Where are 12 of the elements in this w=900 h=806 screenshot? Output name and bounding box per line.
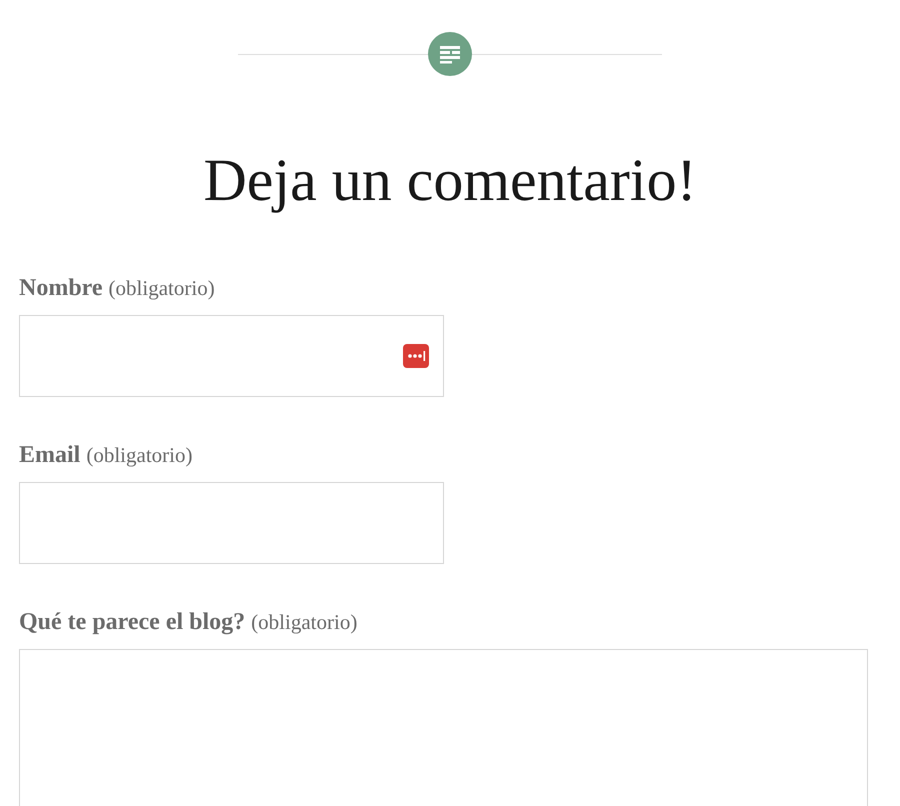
password-manager-icon[interactable] <box>403 344 429 368</box>
field-label: Email <box>19 441 80 470</box>
field-label: Nombre <box>19 274 103 303</box>
required-note: (obligatorio) <box>108 275 215 302</box>
input-field[interactable] <box>19 315 444 397</box>
required-note: (obligatorio) <box>86 442 192 469</box>
comment-textarea[interactable] <box>19 649 868 806</box>
field-label: Qué te parece el blog? <box>19 608 246 637</box>
input-field[interactable] <box>19 482 444 564</box>
page-heading: Deja un comentario! <box>203 146 697 215</box>
required-note: (obligatorio) <box>251 609 358 636</box>
comment-icon <box>428 32 472 76</box>
